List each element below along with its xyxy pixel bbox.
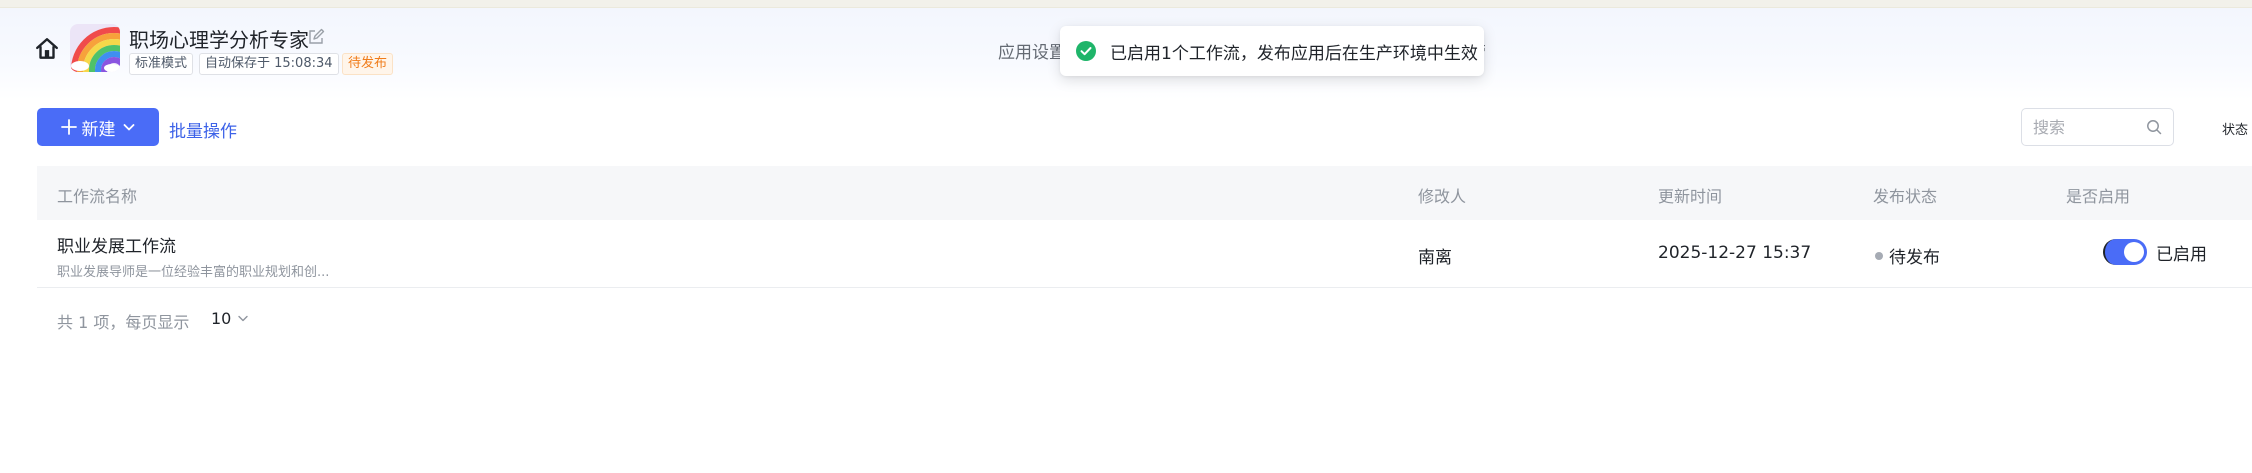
page-size-select[interactable]: 10 (211, 306, 249, 330)
edit-icon[interactable] (307, 28, 325, 46)
enabled-label: 已启用 (2156, 244, 2207, 265)
workflow-name[interactable]: 职业发展工作流 (57, 232, 176, 257)
home-icon[interactable] (34, 36, 60, 62)
column-header-updated: 更新时间 (1658, 187, 1723, 206)
autosave-tag: 自动保存于 15:08:34 (199, 53, 339, 75)
workflow-updated-time: 2025-12-27 15:37 (1658, 243, 1812, 263)
app-logo (70, 24, 120, 72)
table-header: 工作流名称 修改人 更新时间 发布状态 是否启用 (37, 166, 2252, 220)
publish-status-tag: 待发布 (342, 53, 394, 75)
enabled-toggle[interactable] (2103, 239, 2147, 265)
chevron-down-icon (123, 124, 134, 131)
publish-status-label: 待发布 (1889, 248, 1940, 268)
mode-tag: 标准模式 (129, 53, 194, 75)
column-header-publish-status: 发布状态 (1873, 187, 1938, 206)
plus-icon (60, 119, 77, 135)
batch-operations-button[interactable]: 批量操作 (169, 117, 237, 142)
rainbow-icon (71, 27, 120, 72)
new-button-label: 新建 (81, 119, 116, 140)
table-row[interactable]: 职业发展工作流 职业发展导师是一位经验丰富的职业规划和创... 南离 2025-… (37, 220, 2252, 288)
column-header-modifier: 修改人 (1418, 187, 1467, 206)
check-circle-icon (1076, 41, 1096, 61)
workflow-description: 职业发展导师是一位经验丰富的职业规划和创... (57, 265, 330, 280)
page-size-value: 10 (211, 308, 232, 328)
app-title: 职场心理学分析专家 (129, 28, 309, 52)
top-border (0, 0, 2252, 8)
toast-message: 已启用1个工作流，发布应用后在生产环境中生效 (1110, 43, 1478, 64)
pagination-summary: 共 1 项，每页显示 (57, 313, 190, 332)
nav-app-settings[interactable]: 应用设置 (998, 38, 1066, 63)
search-box (2021, 108, 2174, 146)
status-dot-icon (1875, 251, 1883, 260)
column-header-name: 工作流名称 (57, 187, 138, 206)
enabled-control: 已启用 (2103, 239, 2207, 265)
chevron-down-icon (238, 315, 249, 322)
search-input[interactable] (2022, 109, 2142, 145)
search-icon[interactable] (2146, 119, 2162, 135)
workflow-publish-status: 待发布 (1875, 243, 1940, 268)
workflow-modifier: 南离 (1418, 248, 1452, 268)
column-header-enabled: 是否启用 (2066, 187, 2131, 206)
new-button[interactable]: 新建 (37, 108, 159, 146)
toast-notification: 已启用1个工作流，发布应用后在生产环境中生效 (1060, 26, 1484, 76)
toggle-knob (2124, 242, 2144, 262)
status-filter[interactable]: 状态 (2222, 119, 2248, 138)
